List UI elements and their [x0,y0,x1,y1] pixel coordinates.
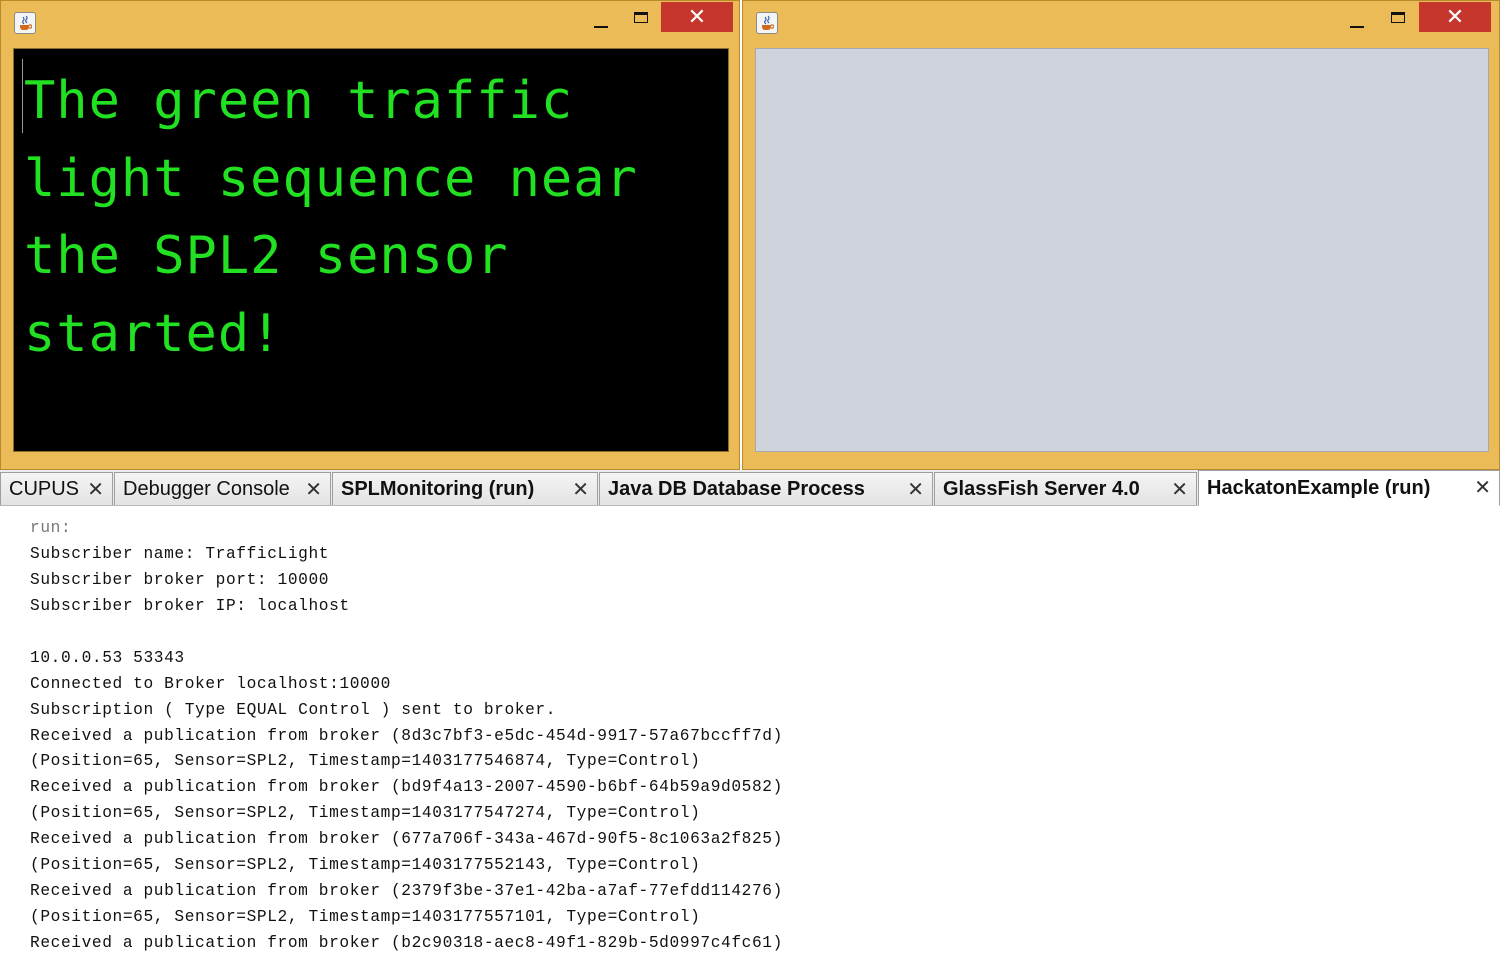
minimize-button[interactable] [1343,9,1371,35]
console-line: Received a publication from broker (8d3c… [30,726,783,745]
console-line: (Position=65, Sensor=SPL2, Timestamp=140… [30,908,701,927]
close-button[interactable]: ✕ [661,2,733,32]
tab-label: Debugger Console [123,477,290,500]
tab-hackatonexample[interactable]: HackatonExample (run) ✕ [1198,470,1500,506]
tab-close-icon[interactable]: ✕ [1171,477,1188,501]
text-caret [22,59,23,133]
console-line: Received a publication from broker (2379… [30,882,783,901]
minimize-button[interactable] [587,9,615,35]
console-line: Received a publication from broker (bd9f… [30,778,783,797]
traffic-light-message: The green traffic light sequence near th… [24,71,671,364]
tab-label: CUPUS [9,477,80,500]
console-line: Subscription ( Type EQUAL Control ) sent… [30,700,557,719]
console-line: Subscriber broker port: 10000 [30,570,330,589]
console-lines: run: Subscriber name: TrafficLight Subsc… [30,516,783,957]
tab-label: SPLMonitoring (run) [341,477,535,500]
close-button[interactable]: ✕ [1419,2,1491,32]
tab-close-icon[interactable]: ✕ [1474,475,1491,499]
console-line: 10.0.0.53 53343 [30,648,185,667]
console-line: (Position=65, Sensor=SPL2, Timestamp=140… [30,752,701,771]
console-line: Received a publication from broker (677a… [30,830,783,849]
console-line: (Position=65, Sensor=SPL2, Timestamp=140… [30,804,701,823]
tab-close-icon[interactable]: ✕ [907,477,924,501]
output-tab-bar: CUPUS ✕ Debugger Console ✕ SPLMonitoring… [0,470,1500,506]
console-line: Subscriber name: TrafficLight [30,544,330,563]
console-line: (Position=65, Sensor=SPL2, Timestamp=140… [30,856,701,875]
maximize-button[interactable] [627,9,655,35]
console-line: run: [30,519,72,537]
tab-label: GlassFish Server 4.0 [943,477,1140,500]
maximize-button[interactable] [1384,9,1412,35]
tab-close-icon[interactable]: ✕ [305,477,322,501]
console-line: Received a publication from broker (b2c9… [30,934,783,952]
console-line: Connected to Broker localhost:10000 [30,674,391,693]
java-app-icon[interactable] [756,12,778,34]
java-app-icon[interactable] [14,12,36,34]
message-display-area[interactable]: The green traffic light sequence near th… [13,48,729,452]
tab-cupus[interactable]: CUPUS ✕ [0,472,113,505]
tab-debugger-console[interactable]: Debugger Console ✕ [114,472,331,505]
tab-splmonitoring[interactable]: SPLMonitoring (run) ✕ [332,472,598,505]
console-line: Subscriber broker IP: localhost [30,596,350,615]
second-app-window: ✕ [742,0,1500,470]
empty-content-panel [755,48,1489,452]
output-console[interactable]: run: Subscriber name: TrafficLight Subsc… [0,506,1500,960]
tab-close-icon[interactable]: ✕ [572,477,589,501]
tab-label: HackatonExample (run) [1207,476,1431,499]
tab-close-icon[interactable]: ✕ [87,477,104,501]
tab-label: Java DB Database Process [608,477,865,500]
tab-glassfish-server[interactable]: GlassFish Server 4.0 ✕ [934,472,1197,505]
traffic-light-window: ✕ The green traffic light sequence near … [0,0,740,470]
tab-java-db-process[interactable]: Java DB Database Process ✕ [599,472,933,505]
